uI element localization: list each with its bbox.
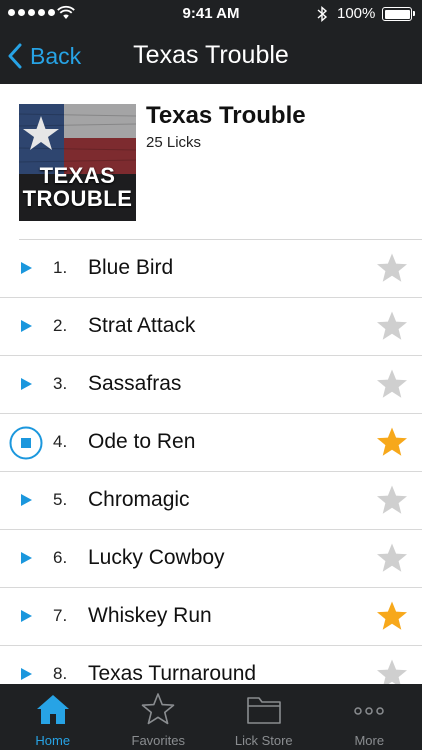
play-icon[interactable] — [21, 552, 32, 564]
star-filled-icon[interactable] — [376, 426, 408, 458]
star-icon[interactable] — [376, 310, 408, 342]
track-name: Chromagic — [88, 488, 190, 511]
bluetooth-icon — [317, 5, 328, 23]
lick-count: 25 Licks — [146, 134, 202, 151]
star-icon[interactable] — [376, 484, 408, 516]
play-icon[interactable] — [21, 320, 32, 332]
track-row[interactable]: 1. Blue Bird — [0, 240, 422, 298]
play-icon[interactable] — [21, 610, 32, 622]
track-row[interactable]: 3. Sassafras — [0, 356, 422, 414]
track-number: 5. — [53, 490, 68, 509]
track-row[interactable]: 4. Ode to Ren — [0, 414, 422, 472]
star-icon[interactable] — [376, 368, 408, 400]
track-name: Whiskey Run — [88, 604, 212, 627]
battery-percent: 100% — [337, 5, 376, 22]
star-outline-icon — [141, 693, 175, 725]
tab-bar: Home Favorites Lick Store More — [0, 684, 422, 750]
tab-label: Lick Store — [234, 733, 293, 748]
home-icon — [36, 695, 69, 724]
track-name: Blue Bird — [88, 256, 174, 279]
back-label: Back — [30, 42, 82, 69]
cover-text: TEXAS TROUBLE — [22, 163, 133, 211]
chevron-left-icon — [8, 43, 22, 69]
star-filled-icon[interactable] — [376, 600, 408, 632]
star-icon[interactable] — [376, 252, 408, 284]
star-icon[interactable] — [376, 658, 408, 684]
track-number: 2. — [53, 316, 68, 335]
tab-lick-store[interactable]: Lick Store — [211, 684, 317, 750]
track-number: 4. — [53, 432, 68, 451]
album-header: TEXAS TROUBLE Texas Trouble 25 Licks — [0, 84, 422, 240]
album-title: Texas Trouble — [146, 102, 306, 129]
tab-more[interactable]: More — [317, 684, 422, 750]
track-row[interactable]: 5. Chromagic — [0, 472, 422, 530]
tab-home[interactable]: Home — [0, 684, 106, 750]
stop-icon[interactable] — [9, 426, 43, 460]
more-icon — [354, 707, 384, 715]
album-cover: TEXAS TROUBLE — [19, 104, 136, 221]
track-list[interactable]: 1. Blue Bird 2. Strat Attack 3. Sassafra… — [0, 240, 422, 684]
tab-favorites[interactable]: Favorites — [106, 684, 212, 750]
star-icon[interactable] — [376, 542, 408, 574]
track-name: Strat Attack — [88, 314, 196, 337]
track-name: Lucky Cowboy — [88, 546, 225, 569]
status-bar: 9:41 AM 100% — [0, 0, 422, 28]
track-row[interactable]: 8. Texas Turnaround — [0, 646, 422, 684]
folder-icon — [246, 697, 281, 724]
track-number: 8. — [53, 664, 68, 683]
tab-label: More — [354, 733, 385, 748]
track-number: 1. — [53, 258, 68, 277]
track-name: Sassafras — [88, 372, 182, 395]
track-row[interactable]: 2. Strat Attack — [0, 298, 422, 356]
track-number: 6. — [53, 548, 68, 567]
nav-bar: Back Texas Trouble — [0, 28, 422, 84]
play-icon[interactable] — [21, 262, 32, 274]
battery-icon — [382, 7, 415, 21]
track-name: Ode to Ren — [88, 430, 196, 453]
track-row[interactable]: 7. Whiskey Run — [0, 588, 422, 646]
tab-label: Favorites — [131, 733, 185, 748]
track-number: 3. — [53, 374, 68, 393]
play-icon[interactable] — [21, 378, 32, 390]
tab-label: Home — [35, 733, 71, 748]
back-button[interactable]: Back — [8, 38, 81, 74]
play-icon[interactable] — [21, 668, 32, 680]
track-name: Texas Turnaround — [88, 662, 257, 684]
play-icon[interactable] — [21, 494, 32, 506]
track-number: 7. — [53, 606, 68, 625]
track-row[interactable]: 6. Lucky Cowboy — [0, 530, 422, 588]
